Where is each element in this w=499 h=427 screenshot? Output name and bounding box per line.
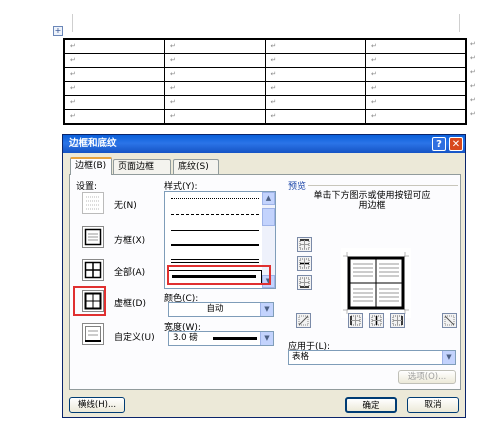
table-cell[interactable]: ↵	[365, 38, 467, 54]
tab-borders[interactable]: 边框(B)	[70, 157, 112, 175]
table-cell[interactable]: ↵	[63, 81, 165, 96]
table-cell[interactable]: ↵	[63, 38, 165, 54]
options-button[interactable]: 选项(O)...	[398, 370, 456, 384]
document-table[interactable]: ↵ ↵ ↵ ↵ ↵ ↵ ↵ ↵ ↵ ↵ ↵ ↵ ↵ ↵ ↵ ↵ ↵ ↵ ↵ ↵ ↵ ↵ ↵ ↵	[63, 38, 467, 125]
table-row[interactable]: ↵ ↵ ↵ ↵	[63, 81, 467, 96]
borders-tab-panel: 设置: 无(N) 方框(X) 全部(A) 虚框(D) 自定义(U) 样式(Y):…	[69, 174, 461, 390]
chevron-down-icon[interactable]: ▼	[260, 303, 273, 316]
settings-label: 设置:	[76, 182, 98, 192]
color-value: 自动	[206, 304, 224, 314]
inside-vertical-border-icon[interactable]	[369, 313, 384, 328]
bottom-border-icon[interactable]	[297, 275, 312, 290]
table-row[interactable]: ↵ ↵ ↵ ↵	[63, 109, 467, 125]
table-cell[interactable]: ↵	[365, 81, 467, 96]
setting-custom-label[interactable]: 自定义(U)	[114, 330, 155, 343]
table-cell[interactable]: ↵	[164, 95, 266, 110]
horizontal-line-button[interactable]: 横线(H)...	[69, 397, 125, 413]
scroll-thumb[interactable]	[262, 208, 275, 226]
table-cell[interactable]: ↵	[365, 95, 467, 110]
table-cell[interactable]: ↵	[365, 53, 467, 68]
margin-guide-right	[459, 14, 460, 32]
margin-guide-left	[72, 14, 73, 32]
tab-page-border[interactable]: 页面边框(P)	[113, 159, 171, 187]
borders-shading-dialog: 边框和底纹 ? ✕ 边框(B) 页面边框(P) 底纹(S) 设置: 无(N) 方…	[62, 134, 466, 418]
table-cell[interactable]: ↵	[63, 53, 165, 68]
width-line-sample	[213, 337, 257, 340]
apply-to-value: 表格	[292, 352, 310, 362]
setting-box-icon[interactable]	[82, 226, 104, 248]
table-cell[interactable]: ↵	[164, 38, 266, 54]
table-cell[interactable]: ↵	[164, 109, 266, 125]
table-cell[interactable]: ↵	[264, 109, 366, 125]
preview-group-line	[308, 185, 458, 186]
row-end-marker: ↵	[470, 110, 476, 118]
ok-button[interactable]: 确定	[345, 397, 397, 413]
setting-all-icon[interactable]	[82, 259, 104, 281]
table-cell[interactable]: ↵	[365, 67, 467, 82]
inside-horizontal-border-icon[interactable]	[297, 256, 312, 271]
top-border-icon[interactable]	[297, 237, 312, 252]
color-combobox[interactable]: 自动 ▼	[168, 302, 274, 317]
table-row[interactable]: ↵ ↵ ↵ ↵	[63, 53, 467, 68]
preview-instruction: 单击下方图示或使用按钮可应用边框	[313, 191, 431, 211]
setting-none-icon[interactable]	[82, 192, 104, 214]
table-row[interactable]: ↵ ↵ ↵ ↵	[63, 67, 467, 82]
style-option-medium[interactable]	[171, 244, 259, 246]
close-button[interactable]: ✕	[449, 137, 463, 151]
right-border-icon[interactable]	[390, 313, 405, 328]
row-end-marker: ↵	[470, 68, 476, 76]
row-end-marker: ↵	[470, 40, 476, 48]
row-end-marker: ↵	[470, 96, 476, 104]
dialog-title: 边框和底纹	[63, 135, 465, 153]
setting-none-label[interactable]: 无(N)	[114, 198, 137, 211]
table-cell[interactable]: ↵	[63, 67, 165, 82]
table-cell[interactable]: ↵	[164, 81, 266, 96]
apply-to-combobox[interactable]: 表格 ▼	[288, 350, 456, 365]
style-option-dash-dot[interactable]	[171, 214, 259, 215]
table-cell[interactable]: ↵	[264, 38, 366, 54]
width-combobox[interactable]: 3.0 磅 ▼	[168, 331, 274, 346]
setting-all-label[interactable]: 全部(A)	[114, 265, 145, 278]
table-cell[interactable]: ↵	[264, 81, 366, 96]
style-option-dotted[interactable]	[171, 198, 259, 199]
cancel-button[interactable]: 取消	[407, 397, 459, 413]
setting-custom-icon[interactable]	[82, 323, 104, 345]
table-cell[interactable]: ↵	[63, 109, 165, 125]
table-cell[interactable]: ↵	[264, 95, 366, 110]
table-row[interactable]: ↵ ↵ ↵ ↵	[63, 38, 467, 54]
setting-grid-icon[interactable]	[82, 290, 104, 312]
width-value: 3.0 磅	[173, 333, 198, 343]
preview-label: 预览	[288, 182, 307, 192]
selected-style-highlight	[167, 265, 271, 285]
table-cell[interactable]: ↵	[164, 53, 266, 68]
chevron-down-icon[interactable]: ▼	[442, 351, 455, 364]
table-row[interactable]: ↵ ↵ ↵ ↵	[63, 95, 467, 110]
row-end-marker: ↵	[470, 54, 476, 62]
row-end-marker: ↵	[470, 82, 476, 90]
chevron-down-icon[interactable]: ▼	[260, 332, 273, 345]
diagonal-down-border-icon[interactable]	[442, 313, 457, 328]
style-option-thin[interactable]	[171, 230, 259, 231]
tab-shading[interactable]: 底纹(S)	[173, 159, 219, 175]
left-border-icon[interactable]	[348, 313, 363, 328]
border-preview[interactable]	[341, 248, 411, 318]
style-option-double[interactable]	[171, 259, 259, 263]
table-move-handle-icon[interactable]: +	[53, 26, 63, 36]
setting-grid-label[interactable]: 虚框(D)	[114, 296, 146, 309]
table-cell[interactable]: ↵	[63, 95, 165, 110]
diagonal-up-border-icon[interactable]	[296, 313, 311, 328]
table-cell[interactable]: ↵	[264, 53, 366, 68]
scroll-up-icon[interactable]: ▲	[262, 192, 275, 205]
table-cell[interactable]: ↵	[264, 67, 366, 82]
help-button[interactable]: ?	[432, 137, 446, 151]
table-cell[interactable]: ↵	[365, 109, 467, 125]
setting-box-label[interactable]: 方框(X)	[114, 233, 145, 246]
table-cell[interactable]: ↵	[164, 67, 266, 82]
